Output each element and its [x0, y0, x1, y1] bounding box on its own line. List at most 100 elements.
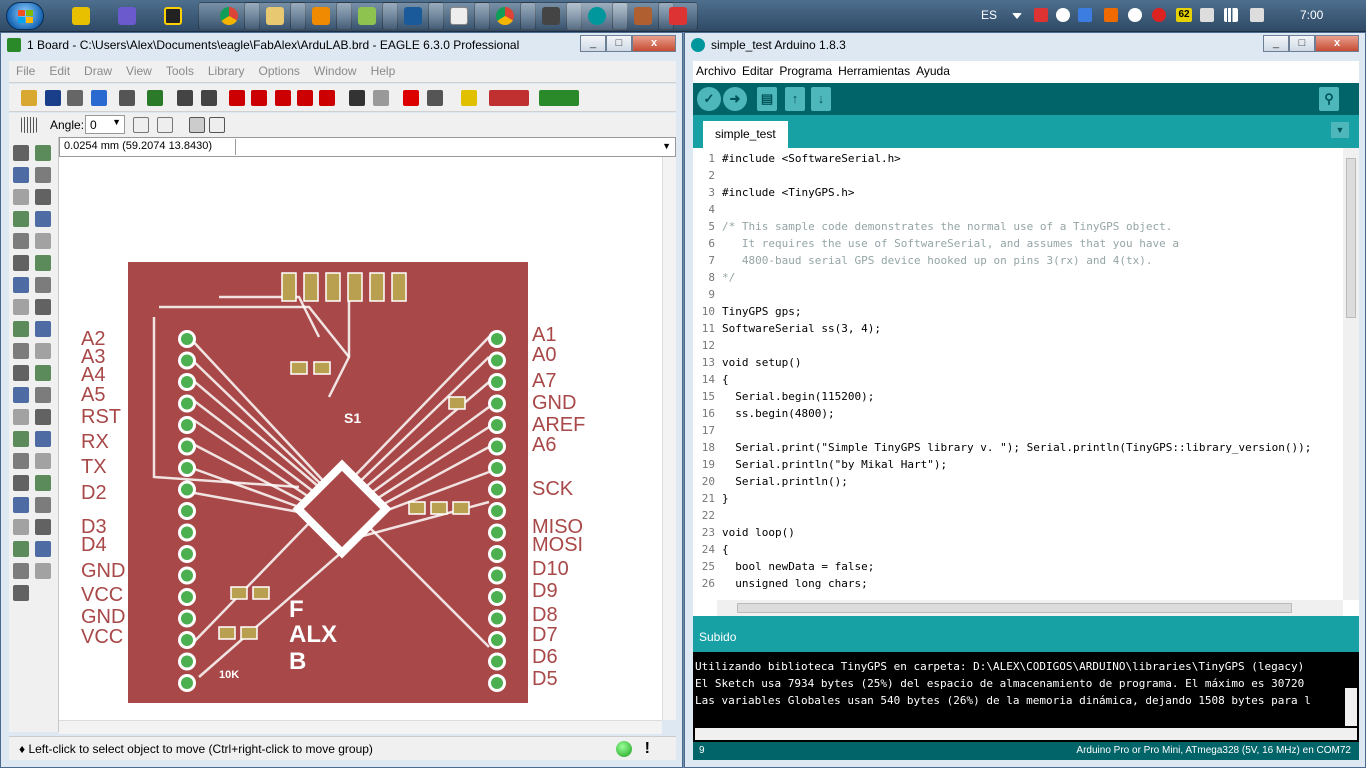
via-icon[interactable] — [35, 475, 51, 491]
dimension-icon[interactable] — [35, 519, 51, 535]
code-line[interactable]: { — [722, 543, 729, 556]
polygon-icon[interactable] — [13, 475, 29, 491]
meander-icon[interactable] — [13, 387, 29, 403]
hole-icon[interactable] — [35, 497, 51, 513]
split-icon[interactable] — [13, 365, 29, 381]
rect-icon[interactable] — [35, 453, 51, 469]
winamp-icon[interactable] — [66, 2, 96, 30]
code-line[interactable]: /* This sample code demonstrates the nor… — [722, 220, 1172, 233]
mega-icon[interactable] — [1152, 8, 1166, 22]
code-line[interactable]: void setup() — [722, 356, 801, 369]
tab-menu-button[interactable]: ▼ — [1331, 122, 1349, 138]
code-line[interactable]: unsigned long chars; — [722, 577, 867, 590]
signal-icon[interactable] — [13, 497, 29, 513]
stop-command-icon[interactable]: ! — [645, 737, 650, 761]
menu-archivo[interactable]: Archivo — [693, 61, 739, 81]
wire-icon[interactable] — [35, 409, 51, 425]
console-horizontal-scrollbar[interactable] — [695, 728, 1357, 740]
sch-icon[interactable] — [177, 90, 193, 106]
scroll-thumb[interactable] — [737, 603, 1292, 613]
badge-icon[interactable]: 62 — [1176, 8, 1192, 22]
code-line[interactable]: SoftwareSerial ss(3, 4); — [722, 322, 881, 335]
menu-herramientas[interactable]: Herramientas — [835, 61, 913, 81]
menu-tools[interactable]: Tools — [159, 61, 201, 81]
delete-icon[interactable] — [35, 255, 51, 271]
vertical-scrollbar[interactable] — [662, 157, 676, 720]
start-button[interactable] — [6, 2, 44, 30]
pinswap-icon[interactable] — [35, 277, 51, 293]
angle-select[interactable]: 0 ▼ — [85, 115, 125, 134]
script-icon[interactable] — [119, 90, 135, 106]
circle-icon[interactable] — [35, 431, 51, 447]
ulp-icon[interactable] — [201, 90, 217, 106]
zoom-area-icon[interactable] — [319, 90, 335, 106]
group-icon[interactable] — [13, 233, 29, 249]
menu-programa[interactable]: Programa — [776, 61, 835, 81]
editor-vertical-scrollbar[interactable] — [1343, 148, 1359, 600]
taskbar-app4[interactable] — [658, 2, 698, 30]
show-icon[interactable] — [35, 145, 51, 161]
code-line[interactable]: TinyGPS gps; — [722, 305, 801, 318]
rotate-icon[interactable] — [35, 211, 51, 227]
close-button[interactable]: x — [632, 35, 676, 52]
code-line[interactable]: It requires the use of SoftwareSerial, a… — [722, 237, 1179, 250]
save-icon[interactable] — [45, 90, 61, 106]
menu-draw[interactable]: Draw — [77, 61, 119, 81]
ratsnest-icon[interactable] — [13, 541, 29, 557]
code-line[interactable]: #include <TinyGPS.h> — [722, 186, 854, 199]
optimize-icon[interactable] — [35, 365, 51, 381]
new-button[interactable]: ▤ — [757, 87, 777, 111]
single-layer-icon[interactable] — [189, 117, 205, 133]
menu-edit[interactable]: Edit — [42, 61, 77, 81]
dropbox-icon[interactable] — [1078, 8, 1092, 22]
go-icon[interactable] — [427, 90, 443, 106]
library-icon[interactable] — [147, 90, 163, 106]
code-line[interactable]: 4800-baud serial GPS device hooked up on… — [722, 254, 1153, 267]
maximize-button[interactable]: □ — [1289, 35, 1315, 52]
clock[interactable]: 7:00 — [1300, 8, 1323, 22]
spin-icon[interactable] — [157, 117, 173, 133]
info-icon[interactable] — [13, 145, 29, 161]
mark-icon[interactable] — [35, 167, 51, 183]
console-vertical-scrollbar[interactable] — [1345, 688, 1357, 726]
ripup-icon[interactable] — [13, 409, 29, 425]
code-line[interactable]: Serial.println(); — [722, 475, 848, 488]
maximize-button[interactable]: □ — [606, 35, 632, 52]
code-line[interactable]: */ — [722, 271, 735, 284]
upload-button[interactable]: ➜ — [723, 87, 747, 111]
horizontal-scrollbar[interactable] — [59, 720, 662, 734]
flag-icon[interactable] — [1034, 8, 1048, 22]
editor-horizontal-scrollbar[interactable] — [717, 600, 1343, 616]
menu-library[interactable]: Library — [201, 61, 252, 81]
signal-icon[interactable] — [1224, 8, 1238, 22]
close-button[interactable]: x — [1315, 35, 1359, 52]
redo-icon[interactable] — [373, 90, 389, 106]
value-icon[interactable] — [35, 321, 51, 337]
attribute-icon[interactable] — [13, 519, 29, 535]
miter-icon[interactable] — [35, 343, 51, 359]
erc-icon[interactable] — [13, 563, 29, 579]
cam-icon[interactable] — [91, 90, 107, 106]
command-line-input[interactable]: ▼ — [235, 139, 673, 155]
multi-layer-icon[interactable] — [209, 117, 225, 133]
minimize-button[interactable]: _ — [1263, 35, 1289, 52]
drc-icon[interactable] — [35, 563, 51, 579]
onedrive-icon[interactable] — [1128, 8, 1142, 22]
code-line[interactable]: Serial.print("Simple TinyGPS library v. … — [722, 441, 1311, 454]
mirror-icon[interactable] — [133, 117, 149, 133]
design-link-icon[interactable] — [489, 90, 529, 106]
replace-icon[interactable] — [13, 299, 29, 315]
pcb-board[interactable]: A2A3A4A5RSTRXTXD2D3D4GNDVCCGNDVCCA1A0A7G… — [59, 157, 662, 720]
cloud-icon[interactable] — [1056, 8, 1070, 22]
menu-help[interactable]: Help — [364, 61, 403, 81]
avast-icon[interactable] — [1104, 8, 1118, 22]
help-icon[interactable] — [461, 90, 477, 106]
usb-icon[interactable] — [1200, 8, 1214, 22]
move-icon[interactable] — [13, 189, 29, 205]
change-icon[interactable] — [35, 233, 51, 249]
minimize-button[interactable]: _ — [580, 35, 606, 52]
copy-icon[interactable] — [35, 189, 51, 205]
menu-file[interactable]: File — [9, 61, 42, 81]
text-icon[interactable] — [13, 431, 29, 447]
menu-editar[interactable]: Editar — [739, 61, 776, 81]
